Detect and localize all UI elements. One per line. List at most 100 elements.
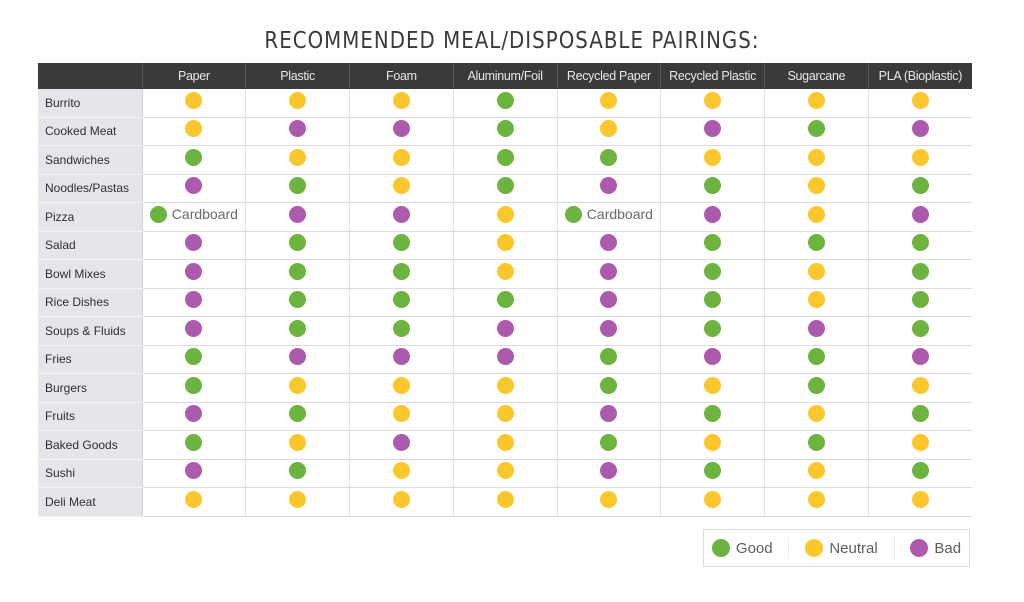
rating-cell bbox=[868, 288, 972, 317]
rating-cell-content bbox=[600, 177, 618, 195]
rating-cell bbox=[868, 259, 972, 289]
rating-dot-neutral bbox=[289, 433, 307, 451]
rating-dot-good bbox=[911, 177, 929, 195]
rating-cell-content bbox=[289, 405, 307, 423]
rating-cell bbox=[868, 202, 972, 232]
rating-dot-bad bbox=[704, 120, 722, 138]
rating-cell bbox=[868, 487, 972, 517]
rating-dot-neutral bbox=[807, 177, 825, 195]
rating-cell-content bbox=[911, 348, 929, 366]
rating-cell-content bbox=[704, 462, 722, 480]
rating-cell-content bbox=[289, 205, 307, 223]
rating-cell-content bbox=[289, 348, 307, 366]
rating-cell-content bbox=[704, 148, 722, 166]
rating-dot-neutral bbox=[392, 177, 410, 195]
rating-cell-content bbox=[600, 262, 618, 280]
rating-dot-neutral bbox=[496, 462, 514, 480]
rating-cell-content bbox=[911, 462, 929, 480]
legend-dot-neutral bbox=[805, 539, 824, 557]
rating-cell-content bbox=[496, 120, 514, 138]
rating-cell bbox=[660, 402, 765, 431]
rating-cell-content bbox=[911, 405, 929, 423]
rating-dot-neutral bbox=[185, 120, 203, 138]
rating-dot-neutral bbox=[289, 490, 307, 508]
rating-dot-neutral bbox=[704, 376, 722, 394]
rating-cell bbox=[142, 402, 247, 431]
rating-cell-content bbox=[704, 376, 722, 394]
rating-dot-neutral bbox=[496, 262, 514, 280]
rating-cell-content bbox=[496, 262, 514, 280]
rating-cell bbox=[245, 316, 350, 346]
rating-dot-good bbox=[392, 234, 410, 252]
rating-cell bbox=[557, 231, 662, 260]
rating-cell bbox=[868, 373, 972, 403]
rating-dot-neutral bbox=[496, 205, 514, 223]
rating-cell bbox=[349, 487, 454, 517]
rating-cell-content bbox=[496, 462, 514, 480]
rating-dot-good bbox=[600, 376, 618, 394]
rating-cell bbox=[349, 316, 454, 346]
rating-dot-good bbox=[496, 177, 514, 195]
rating-cell bbox=[453, 174, 558, 203]
rating-cell bbox=[764, 145, 869, 175]
rating-dot-bad bbox=[496, 348, 514, 366]
rating-cell bbox=[245, 288, 350, 317]
rating-dot-bad bbox=[185, 177, 203, 195]
row-label: Salad bbox=[38, 231, 143, 260]
rating-dot-good bbox=[704, 234, 722, 252]
rating-dot-good bbox=[911, 234, 929, 252]
rating-cell-content bbox=[911, 490, 929, 508]
rating-dot-good bbox=[496, 120, 514, 138]
rating-cell bbox=[660, 117, 765, 146]
rating-cell bbox=[868, 145, 972, 175]
rating-cell-content bbox=[807, 490, 825, 508]
rating-cell-content bbox=[807, 234, 825, 252]
rating-cell bbox=[453, 288, 558, 317]
rating-cell-content bbox=[496, 148, 514, 166]
rating-cell bbox=[764, 231, 869, 260]
rating-cell-content bbox=[392, 177, 410, 195]
rating-cell-content bbox=[185, 433, 203, 451]
rating-cell-content bbox=[392, 91, 410, 109]
rating-cell-content bbox=[496, 405, 514, 423]
column-header-recycled-plastic: Recycled Plastic bbox=[660, 63, 765, 89]
rating-cell bbox=[349, 459, 454, 488]
rating-cell bbox=[245, 145, 350, 175]
legend-label: Neutral bbox=[829, 539, 878, 557]
rating-dot-neutral bbox=[807, 291, 825, 309]
rating-cell bbox=[660, 145, 765, 175]
rating-cell bbox=[142, 89, 247, 118]
rating-cell bbox=[142, 345, 247, 374]
rating-cell bbox=[142, 316, 247, 346]
rating-cell bbox=[557, 402, 662, 431]
rating-dot-good bbox=[185, 376, 203, 394]
rating-cell-content bbox=[807, 91, 825, 109]
cell-note: Cardboard bbox=[171, 206, 238, 223]
rating-cell-content bbox=[600, 462, 618, 480]
rating-dot-bad bbox=[185, 234, 203, 252]
rating-cell bbox=[764, 345, 869, 374]
rating-cell-content bbox=[704, 433, 722, 451]
rating-cell-content bbox=[807, 291, 825, 309]
rating-cell bbox=[142, 373, 247, 403]
rating-cell bbox=[868, 117, 972, 146]
rating-dot-bad bbox=[600, 177, 618, 195]
rating-cell bbox=[142, 259, 247, 289]
rating-cell-content bbox=[289, 262, 307, 280]
rating-cell bbox=[245, 202, 350, 232]
rating-cell bbox=[142, 430, 247, 460]
rating-cell-content bbox=[704, 205, 722, 223]
rating-dot-neutral bbox=[185, 490, 203, 508]
rating-dot-good bbox=[807, 120, 825, 138]
rating-cell-content bbox=[185, 148, 203, 166]
rating-cell-content bbox=[704, 319, 722, 337]
rating-dot-good bbox=[185, 148, 203, 166]
rating-cell bbox=[764, 117, 869, 146]
rating-dot-bad bbox=[911, 348, 929, 366]
rating-dot-good bbox=[911, 319, 929, 337]
rating-dot-neutral bbox=[911, 490, 929, 508]
rating-cell-content bbox=[600, 291, 618, 309]
rating-dot-good bbox=[185, 433, 203, 451]
rating-dot-good bbox=[704, 262, 722, 280]
header-row: Paper Plastic Foam Aluminum/Foil Recycled Pa… bbox=[38, 63, 972, 89]
